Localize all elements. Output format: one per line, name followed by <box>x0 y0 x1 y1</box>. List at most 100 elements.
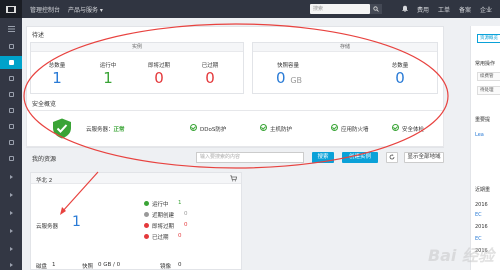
tickets-link[interactable]: 工单 <box>438 5 450 14</box>
sidebar-item-security[interactable] <box>0 152 22 165</box>
chevron-right-icon <box>9 262 13 267</box>
filing-link[interactable]: 备案 <box>459 5 471 14</box>
top-right-menu: 费用 工单 备案 企业 <box>393 0 492 18</box>
ddos-protection-link[interactable]: DDoS防护 <box>200 125 226 133</box>
total-count-label: 总数量 <box>48 63 66 69</box>
recent-item-3[interactable]: 2016 <box>475 224 488 230</box>
image-label: 镜像 <box>160 264 172 270</box>
sidebar-item-cdn[interactable] <box>0 136 22 149</box>
sidebar-item-ecs[interactable] <box>0 72 22 85</box>
expired-label: 已过期 <box>201 63 219 69</box>
chevron-right-icon <box>9 192 13 197</box>
resource-search-button[interactable]: 搜索 <box>312 152 334 163</box>
console-link[interactable]: 管理控制台 <box>30 5 60 14</box>
snapshot-capacity-label: 快照容量 <box>276 63 299 69</box>
server-icon <box>8 76 14 81</box>
storage-icon <box>8 124 14 129</box>
recent-label: 近期重 <box>475 187 491 193</box>
cdn-icon <box>8 140 14 145</box>
sidebar-item-network[interactable] <box>0 104 22 117</box>
host-protection-link[interactable]: 主机防护 <box>270 125 292 133</box>
disk-label: 磁盘 <box>36 264 48 270</box>
region-card <box>30 172 242 270</box>
legend-expiring-value[interactable]: 0 <box>184 222 188 228</box>
shield-icon <box>8 156 14 161</box>
database-icon <box>8 92 14 97</box>
cart-icon[interactable] <box>230 175 238 184</box>
waf-link[interactable]: 应用防火墙 <box>341 125 369 133</box>
chevron-right-icon <box>9 174 13 179</box>
server-security-label: 云服务器： <box>86 127 114 133</box>
enterprise-link[interactable]: 企业 <box>480 5 492 14</box>
recent-item-1[interactable]: 2016 <box>475 202 488 208</box>
show-all-regions-button[interactable]: 显示全部地域 <box>404 152 444 163</box>
expiring-label: 即将过期 <box>147 63 170 69</box>
renew-op-button[interactable]: 续费管 <box>477 72 500 81</box>
sidebar-expand-3[interactable] <box>0 206 22 219</box>
top-search-input[interactable]: 搜索 <box>310 4 370 14</box>
legend-expired-value[interactable]: 0 <box>178 233 182 239</box>
sidebar-expand-6[interactable] <box>0 258 22 270</box>
chevron-right-icon <box>9 210 13 215</box>
billing-link[interactable]: 费用 <box>417 5 429 14</box>
legend-recent-value[interactable]: 0 <box>184 211 188 217</box>
search-icon[interactable] <box>370 4 382 14</box>
ecs-count[interactable]: 1 <box>72 214 81 230</box>
expiring-value[interactable]: 0 <box>139 70 179 86</box>
expiring-dot-icon <box>144 223 149 228</box>
chevron-right-icon <box>9 246 13 251</box>
image-value[interactable]: 0 <box>178 262 182 268</box>
menu-toggle-icon[interactable] <box>0 22 22 35</box>
check-icon <box>392 124 399 131</box>
sidebar-item-storage[interactable] <box>0 120 22 133</box>
storage-total-label: 总数量 <box>391 63 409 69</box>
storage-header: 存储 <box>253 43 437 52</box>
logo-icon[interactable] <box>0 0 22 18</box>
sidebar-expand-4[interactable] <box>0 224 22 237</box>
sidebar-item-menu-2[interactable] <box>0 40 22 53</box>
sidebar-expand-2[interactable] <box>0 188 22 201</box>
sidebar-expand-1[interactable] <box>0 170 22 183</box>
expired-value[interactable]: 0 <box>190 70 230 86</box>
check-icon <box>190 124 197 131</box>
legend-running-value[interactable]: 1 <box>178 200 182 206</box>
running-label: 运行中 <box>99 63 117 69</box>
sidebar <box>0 18 22 270</box>
snapshot-label: 快照 <box>82 264 94 270</box>
recent-item-2[interactable]: EC <box>475 212 482 218</box>
sidebar-item-overview[interactable] <box>0 56 22 69</box>
bell-icon[interactable] <box>402 5 408 14</box>
snapshot-value[interactable]: 0 GB / 0 <box>98 262 120 268</box>
snapshot-capacity-unit: GB <box>290 76 302 85</box>
watermark-text: Bai 经验 <box>427 246 494 265</box>
chevron-right-icon <box>9 228 13 233</box>
security-check-link[interactable]: 安全体检 <box>402 125 424 133</box>
create-instance-button[interactable]: 创建实例 <box>342 152 378 163</box>
notice-link[interactable]: Lea <box>475 132 484 138</box>
pending-op-button[interactable]: 待处理 <box>477 86 500 95</box>
sidebar-item-db[interactable] <box>0 88 22 101</box>
sidebar-expand-5[interactable] <box>0 242 22 255</box>
running-value[interactable]: 1 <box>88 70 128 86</box>
network-icon <box>8 108 14 113</box>
refresh-button[interactable] <box>386 152 398 163</box>
overview-icon <box>8 60 14 65</box>
refresh-icon <box>389 154 395 160</box>
overview-title: 待述 <box>32 32 45 39</box>
notice-label: 重要提 <box>475 117 491 123</box>
total-count-value[interactable]: 1 <box>37 70 77 86</box>
server-security-value: 正常 <box>113 127 125 133</box>
menu-icon <box>8 44 14 49</box>
expired-dot-icon <box>144 234 149 239</box>
disk-value[interactable]: 1 <box>52 262 56 268</box>
legend-expired-label: 已过期 <box>152 235 169 241</box>
storage-total-value[interactable]: 0 <box>380 70 420 86</box>
common-ops-label: 常用操作 <box>475 61 496 67</box>
shield-icon <box>52 118 72 141</box>
resource-search-input[interactable]: 输入要搜索的内容 <box>196 152 304 163</box>
products-menu[interactable]: 产品与服务 ▾ <box>68 5 103 14</box>
ecs-label: 云服务器 <box>36 224 59 230</box>
security-title: 安全概览 <box>32 101 57 108</box>
resource-overview-button[interactable]: 资源概览 <box>477 34 500 43</box>
region-name: 华北 2 <box>36 178 53 184</box>
